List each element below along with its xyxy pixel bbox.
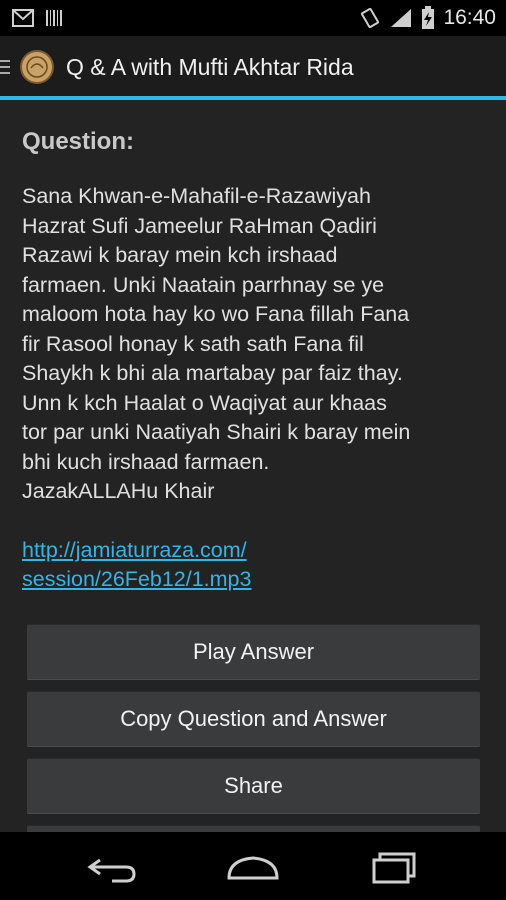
share-button[interactable]: Share xyxy=(27,758,480,814)
vibrate-icon xyxy=(361,7,380,29)
recents-icon[interactable] xyxy=(364,850,424,884)
question-heading: Question: xyxy=(22,128,134,155)
answer-audio-link[interactable]: http://jamiaturraza.com/ session/26Feb12… xyxy=(22,536,488,595)
action-bar-divider xyxy=(0,96,506,100)
copy-question-answer-button[interactable]: Copy Question and Answer xyxy=(27,691,480,747)
home-icon[interactable] xyxy=(223,850,283,884)
gmail-icon xyxy=(12,9,34,27)
play-answer-button[interactable]: Play Answer xyxy=(27,624,480,680)
question-text: Sana Khwan-e-Mahafil-e-Razawiyah Hazrat … xyxy=(22,184,411,503)
back-icon[interactable] xyxy=(82,850,142,884)
question-content: Question: Sana Khwan-e-Mahafil-e-Razawiy… xyxy=(22,128,488,595)
status-time: 16:40 xyxy=(443,6,496,29)
navigation-bar xyxy=(0,832,506,900)
drawer-icon[interactable] xyxy=(0,58,12,76)
signal-icon xyxy=(391,9,412,27)
battery-charging-icon xyxy=(422,6,435,29)
app-title: Q & A with Mufti Akhtar Rida xyxy=(66,54,354,80)
status-bar: 16:40 xyxy=(0,0,506,36)
barcode-icon xyxy=(46,10,62,26)
action-bar: Q & A with Mufti Akhtar Rida xyxy=(0,36,506,100)
app-logo-icon[interactable] xyxy=(20,50,54,84)
